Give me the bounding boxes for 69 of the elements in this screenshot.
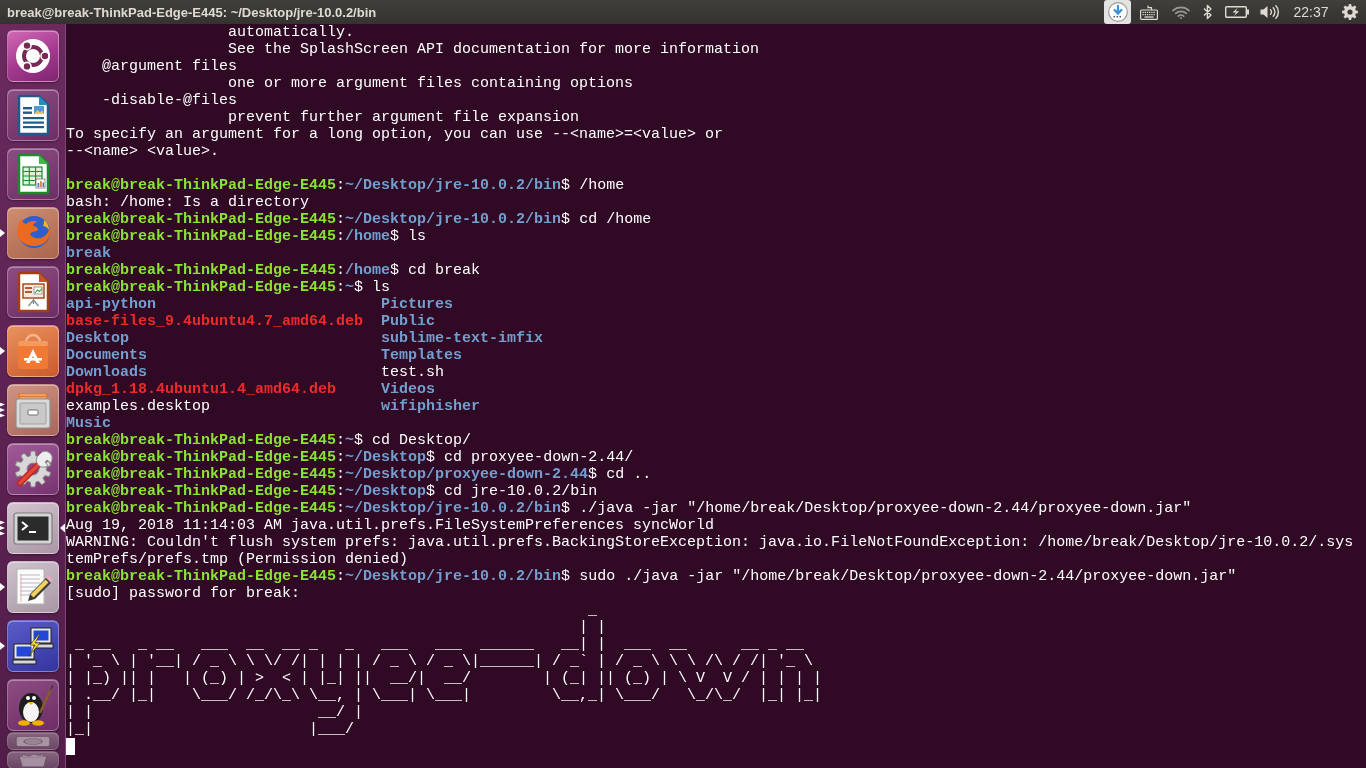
package-file-name: dpkg_1.18.4ubuntu1.4_amd64.deb [66,381,337,398]
launcher-item[interactable] [6,30,59,82]
directory-name: wifiphisher [381,398,481,415]
output-line: -disable-@files [102,92,238,109]
launcher-item[interactable] [6,620,59,672]
launcher-item[interactable] [6,384,59,436]
directory-name: break [66,245,111,262]
command-line: break@break-ThinkPad-Edge-E445:~$ ls [66,279,391,296]
directory-name: Templates [381,347,463,364]
output-line: [sudo] password for break: [66,585,301,602]
command-line: break@break-ThinkPad-Edge-E445:/home$ ls [66,228,427,245]
directory-name: Downloads [66,364,147,381]
output-line: | '_ \ | '__| / _ \ \ \/ /| | | | / _ \ / _ \|______| / _` | / _ \ \ \ /\ / /| '_ \ [66,653,814,670]
directory-name: Pictures [381,296,454,313]
clock-indicator[interactable]: 22:37 [1285,0,1337,24]
directory-name: Music [66,415,111,432]
output-line: temPrefs/prefs.tmp (Permission denied) [66,551,409,568]
output-line: _ [588,602,598,619]
file-name: test.sh [381,364,445,381]
output-line: To specify an argument for a long option, you can use --<name>=<value> or [66,126,724,143]
output-line: | | __/ | [66,704,364,721]
bluetooth-icon [1203,4,1212,20]
command-line: break@break-ThinkPad-Edge-E445:~/Desktop/jre-10.0.2/bin$ cd /home [66,211,652,228]
output-line: one or more argument files containing options [228,75,634,92]
command-line: break@break-ThinkPad-Edge-E445:~/Desktop/jre-10.0.2/bin$ sudo ./java -jar "/home/break/Desktop/proxyee-down-2.44/proxyee-down.jar" [66,568,1237,585]
command-line: break@break-ThinkPad-Edge-E445:~/Desktop/proxyee-down-2.44$ cd .. [66,466,652,483]
launcher-item[interactable] [6,266,59,318]
speaker-icon [1260,5,1280,19]
output-line: --<name> <value>. [66,143,220,160]
output-line: | .__/ |_| \___/ /_/\_\ \__, | \___| \___| \__,_| \___/ \_/\_/ |_| |_| [66,687,823,704]
command-line: break@break-ThinkPad-Edge-E445:~/Desktop$ cd jre-10.0.2/bin [66,483,598,500]
command-line: break@break-ThinkPad-Edge-E445:~/Desktop$ cd proxyee-down-2.44/ [66,449,634,466]
file-name: examples.desktop [66,398,211,415]
launcher-item[interactable] [6,679,59,731]
directory-name: sublime-text-imfix [381,330,544,347]
directory-name: Documents [66,347,147,364]
launcher-item[interactable] [6,502,59,554]
command-line: break@break-ThinkPad-Edge-E445:~/Desktop/jre-10.0.2/bin$ ./java -jar "/home/break/Desktop/proxyee-down-2.44/proxyee-down.jar" [66,500,1192,517]
battery-charging-icon [1225,6,1249,18]
directory-name: Public [381,313,436,330]
window-title: break@break-ThinkPad-Edge-E445: ~/Desktop/jre-10.0.2/bin [7,4,377,20]
launcher-item[interactable] [6,89,59,141]
launcher-item[interactable] [6,443,59,495]
output-line: See the SplashScreen API documentation for more information [228,41,760,58]
directory-name: Videos [381,381,436,398]
directory-name: api-python [66,296,156,313]
package-file-name: base-files_9.4ubuntu4.7_amd64.deb [66,313,364,330]
gear-icon [1342,4,1358,20]
output-line: @argument files [102,58,238,75]
launcher-item[interactable] [6,148,59,200]
launcher-item[interactable] [6,561,59,613]
output-line: prevent further argument file expansion [228,109,580,126]
output-line: | | [579,619,607,636]
command-line: break@break-ThinkPad-Edge-E445:~$ cd Desktop/ [66,432,472,449]
command-line: break@break-ThinkPad-Edge-E445:/home$ cd break [66,262,481,279]
output-line: | |_) || | | (_) | > < | |_| || __/| __/ | (_| || (_) | \ V V / | | | | [66,670,823,687]
output-line: _ __ _ __ ___ __ __ _ _ ___ ___ ______ __| | ___ __ __ _ __ [75,636,805,653]
computers-lightning-icon [10,624,55,668]
output-line: |_| |___/ [66,721,355,738]
keyboard-icon [1139,4,1158,20]
directory-name: Desktop [66,330,129,347]
output-line: automatically. [228,24,355,41]
output-line: Aug 19, 2018 11:14:03 AM java.util.prefs.FileSystemPreferences syncWorld [66,517,715,534]
output-line: WARNING: Couldn't flush system prefs: java.util.prefs.BackingStoreException: java.io.FileNotFoundException: /home/break/Desktop/jre-10.0.2/.sys [66,534,1354,551]
output-line: bash: /home: Is a directory [66,194,310,211]
download-icon [1107,2,1128,22]
command-line: break@break-ThinkPad-Edge-E445:~/Desktop/jre-10.0.2/bin$ /home [66,177,625,194]
wifi-icon [1172,5,1190,19]
launcher-item[interactable] [6,325,59,377]
